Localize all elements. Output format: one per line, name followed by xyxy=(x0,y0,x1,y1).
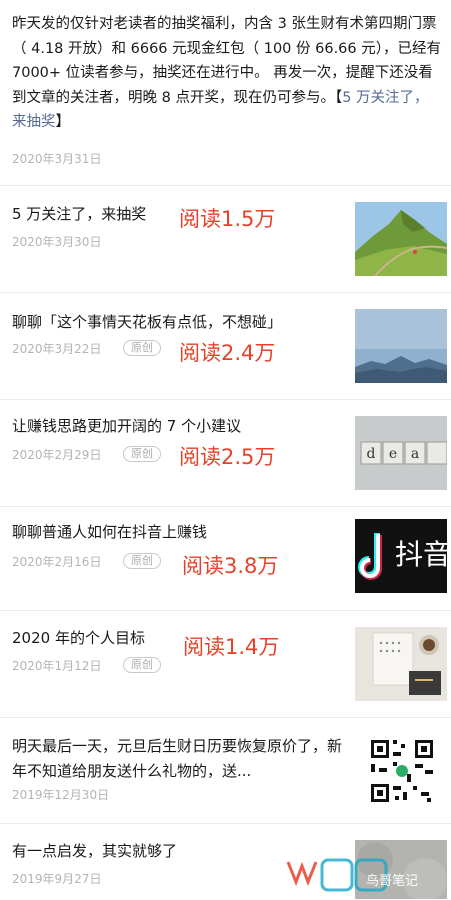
watermark-text: 鸟哥笔记 xyxy=(366,874,419,889)
article-date: 2020年3月30日 xyxy=(12,235,102,249)
post-text: 昨天发的仅针对老读者的抽奖福利，内含 3 张生财有术第四期门票（ 4.18 开放… xyxy=(12,12,442,135)
article-title[interactable]: 聊聊「这个事情天花板有点低，不想碰」 xyxy=(12,311,282,333)
list-item[interactable]: 聊聊普通人如何在抖音上赚钱 2020年2月16日 原创 阅读3.8万 抖音 xyxy=(0,507,451,611)
article-date: 2020年1月12日 xyxy=(12,659,102,673)
blue-mountains-image xyxy=(355,309,447,383)
read-count: 阅读3.8万 xyxy=(182,554,279,578)
list-item[interactable]: 让赚钱思路更加开阔的 7 个小建议 2020年2月29日 原创 阅读2.5万 d… xyxy=(0,400,451,507)
article-thumbnail[interactable] xyxy=(355,734,447,808)
article-title[interactable]: 2020 年的个人目标 xyxy=(12,627,145,649)
original-badge: 原创 xyxy=(123,657,161,673)
original-badge: 原创 xyxy=(123,340,161,356)
article-date: 2019年12月30日 xyxy=(12,788,110,802)
desk-notebook-image xyxy=(355,627,447,701)
watermark: 鸟哥笔记 xyxy=(282,852,447,896)
post-date: 2020年3月31日 xyxy=(12,152,102,166)
article-date: 2020年2月29日 xyxy=(12,448,102,462)
douyin-text: 抖音 xyxy=(395,538,447,571)
douyin-logo-icon xyxy=(358,533,382,580)
svg-text:a: a xyxy=(411,446,419,462)
read-count: 阅读2.4万 xyxy=(179,341,276,365)
qr-code-icon xyxy=(369,738,435,804)
original-badge: 原创 xyxy=(123,446,161,462)
article-thumbnail[interactable]: 抖音 xyxy=(355,519,447,593)
watermark-logo-icon xyxy=(286,858,388,892)
article-thumbnail[interactable]: d e a xyxy=(355,416,447,490)
article-title[interactable]: 让赚钱思路更加开阔的 7 个小建议 xyxy=(12,415,241,437)
article-title[interactable]: 5 万关注了，来抽奖 xyxy=(12,203,146,225)
read-count: 阅读1.4万 xyxy=(183,635,280,659)
article-date: 2020年3月22日 xyxy=(12,342,102,356)
read-count: 阅读2.5万 xyxy=(179,445,276,469)
article-title[interactable]: 有一点启发，其实就够了 xyxy=(12,840,177,862)
list-item[interactable]: 5 万关注了，来抽奖 2020年3月30日 阅读1.5万 xyxy=(0,186,451,293)
original-badge: 原创 xyxy=(123,553,161,569)
idea-blocks-image: d e a xyxy=(355,416,447,490)
article-date: 2019年9月27日 xyxy=(12,872,102,886)
article-title[interactable]: 聊聊普通人如何在抖音上赚钱 xyxy=(12,521,207,543)
article-title[interactable]: 明天最后一天，元旦后生财日历要恢复原价了，新年不知道给朋友送什么礼物的，送... xyxy=(12,734,344,784)
read-count: 阅读1.5万 xyxy=(179,207,276,231)
list-item[interactable]: 2020 年的个人目标 2020年1月12日 原创 阅读1.4万 xyxy=(0,611,451,718)
svg-text:d: d xyxy=(367,446,376,462)
list-item[interactable]: 明天最后一天，元旦后生财日历要恢复原价了，新年不知道给朋友送什么礼物的，送...… xyxy=(0,718,451,824)
post-close-bracket: 】 xyxy=(55,114,71,130)
article-date: 2020年2月16日 xyxy=(12,555,102,569)
article-thumbnail[interactable] xyxy=(355,627,447,701)
svg-text:e: e xyxy=(389,446,397,462)
mountain-trail-image xyxy=(355,202,447,276)
article-thumbnail[interactable] xyxy=(355,309,447,383)
article-thumbnail[interactable] xyxy=(355,202,447,276)
list-item[interactable]: 聊聊「这个事情天花板有点低，不想碰」 2020年3月22日 原创 阅读2.4万 xyxy=(0,293,451,400)
text-post[interactable]: 昨天发的仅针对老读者的抽奖福利，内含 3 张生财有术第四期门票（ 4.18 开放… xyxy=(0,0,451,186)
